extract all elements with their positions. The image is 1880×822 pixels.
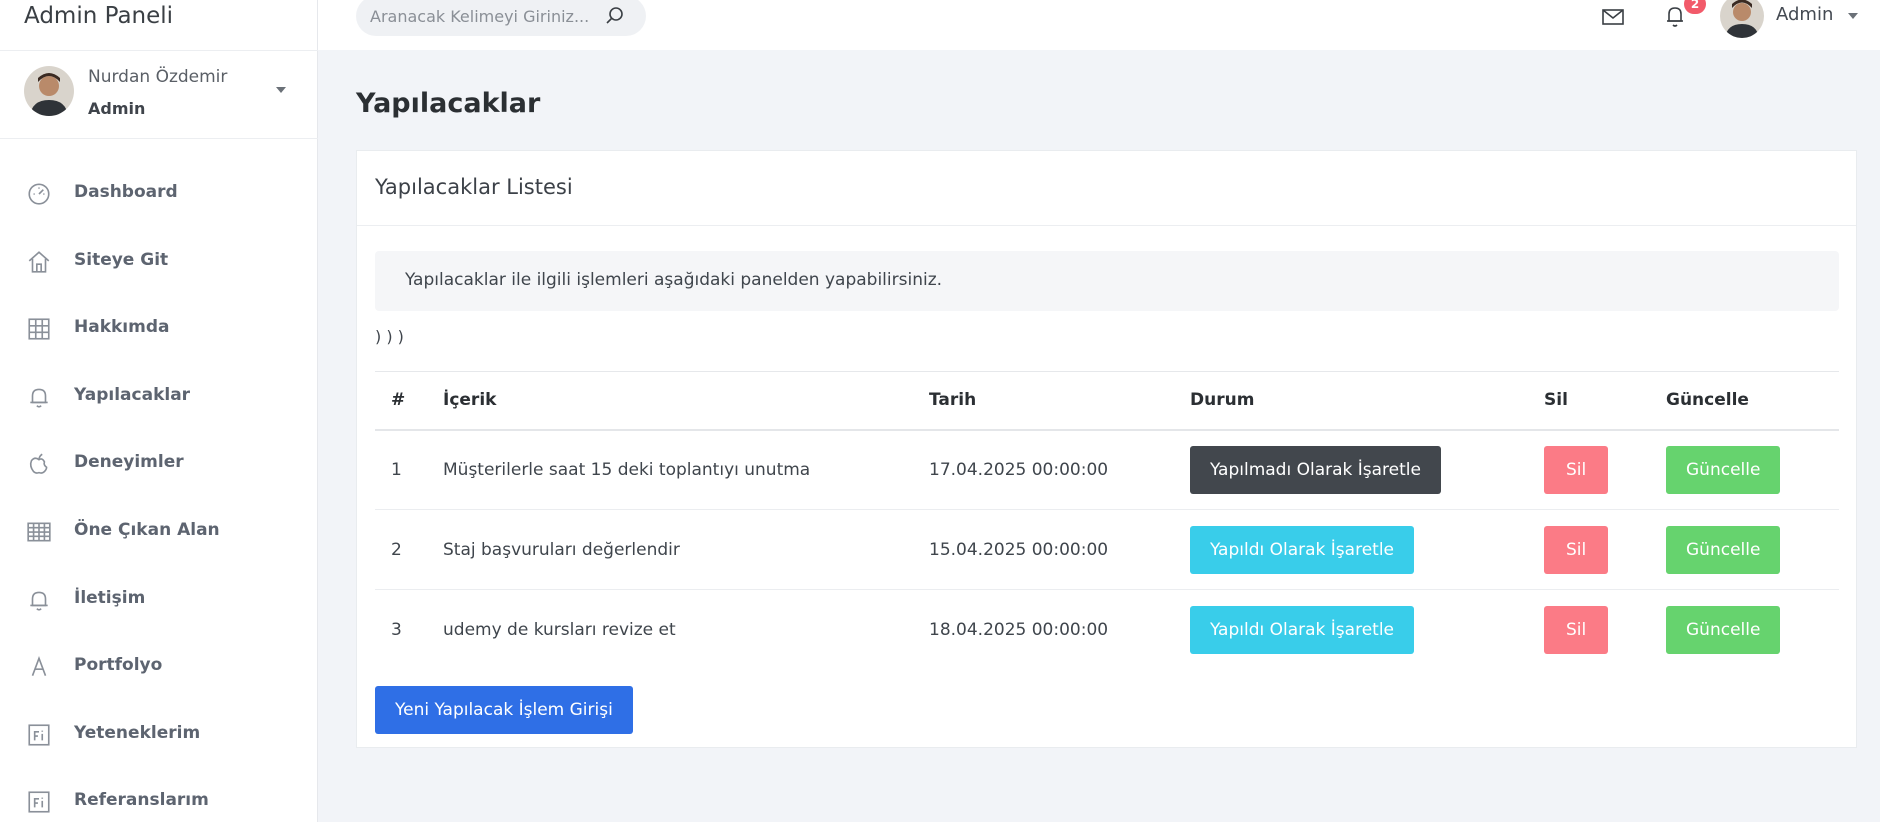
card-header: Yapılacaklar Listesi [357,151,1856,226]
row-id: 1 [375,429,443,510]
sidebar-item-referanslarim[interactable]: Referanslarım [0,768,318,822]
sidebar-item-label: Referanslarım [74,790,209,811]
sidebar-item-yapilacaklar[interactable]: Yapılacaklar [0,363,318,431]
row-content: Staj başvuruları değerlendir [443,509,929,590]
sidebar-item-one-cikan-alan[interactable]: Öne Çıkan Alan [0,498,318,566]
todo-table: # İçerik Tarih Durum Sil Güncelle 1 Müşt… [375,371,1839,670]
profile-name: Nurdan Özdemir [88,67,228,87]
mark-done-button[interactable]: Yapıldı Olarak İşaretle [1190,605,1415,654]
update-button[interactable]: Güncelle [1666,445,1781,494]
row-id: 3 [391,619,402,640]
card-title: Yapılacaklar Listesi [375,175,573,199]
sidebar-item-label: Yapılacaklar [74,384,191,405]
row-date: 15.04.2025 00:00:00 [929,509,1190,590]
sidebar-item-label: Portfolyo [74,655,163,676]
column-header-id: # [375,371,443,431]
grid-icon [28,318,50,340]
mark-undone-button[interactable]: Yapılmadı Olarak İşaretle [1190,445,1441,494]
search-input[interactable] [370,0,600,36]
sidebar-item-dashboard[interactable]: Dashboard [0,160,318,228]
brand-title[interactable]: Admin Paneli [24,0,173,32]
sidebar-profile[interactable]: Nurdan Özdemir Admin [0,50,318,139]
sidebar-item-iletisim[interactable]: İletişim [0,566,318,634]
dashboard-icon [28,183,50,205]
sidebar-item-hakkimda[interactable]: Hakkımda [0,295,318,363]
info-text: Yapılacaklar ile ilgili işlemleri aşağıd… [405,270,943,290]
column-header-date: Tarih [929,371,1190,431]
sidebar-item-label: Siteye Git [74,249,169,270]
mark-done-button[interactable]: Yapıldı Olarak İşaretle [1190,525,1415,574]
chevron-down-icon[interactable] [1848,13,1858,19]
sidebar-item-label: İletişim [74,587,146,608]
delete-button[interactable]: Sil [1544,525,1609,574]
row-date: 17.04.2025 00:00:00 [929,429,1190,510]
home-icon [28,250,50,273]
column-header-update: Güncelle [1666,371,1839,431]
sidebar-nav: Dashboard Siteye Git Hakkımda Yapılacakl… [0,160,318,822]
table-row: 1 Müşterilerle saat 15 deki toplantıyı u… [375,429,1839,510]
column-header-content: İçerik [443,371,929,431]
avatar[interactable] [1720,0,1764,38]
sidebar-item-label: Deneyimler [74,452,184,473]
update-button[interactable]: Güncelle [1666,605,1781,654]
sidebar-item-deneyimler[interactable]: Deneyimler [0,430,318,498]
column-header-delete: Sil [1544,371,1666,431]
sidebar-item-label: Dashboard [74,182,178,202]
delete-button[interactable]: Sil [1544,605,1609,654]
sidebar-item-label: Öne Çıkan Alan [74,519,220,540]
row-content: udemy de kursları revize et [443,619,676,640]
delete-button[interactable]: Sil [1544,445,1609,494]
new-todo-button[interactable]: Yeni Yapılacak İşlem Girişi [375,686,633,734]
sidebar: Admin Paneli Nurdan Özdemir Admin Dashbo… [0,0,318,822]
topbar: 2 Admin [318,0,1880,50]
avatar [24,66,74,116]
notification-badge: 2 [1684,0,1706,14]
sidebar-item-siteye-git[interactable]: Siteye Git [0,228,318,296]
search-box [356,0,646,36]
sidebar-item-label: Hakkımda [74,317,170,338]
apple-icon [29,453,48,475]
stray-text: ) ) ) [375,327,404,346]
bell-icon [30,591,48,611]
fi-icon [28,791,50,813]
row-content: Müşterilerle saat 15 deki toplantıyı unu… [443,429,929,510]
table-header-row: # İçerik Tarih Durum Sil Güncelle [375,371,1839,431]
row-id: 2 [375,509,443,590]
table-row: 2 Staj başvuruları değerlendir 15.04.202… [375,509,1839,590]
profile-role: Admin [88,99,146,118]
todo-card: Yapılacaklar Listesi Yapılacaklar ile il… [356,150,1857,748]
search-icon[interactable] [603,4,627,28]
font-icon [31,656,47,677]
sidebar-item-yeteneklerim[interactable]: Yeteneklerim [0,701,318,769]
column-header-status: Durum [1190,371,1544,431]
table-row: 3 udemy de kursları revize et 18.04.2025… [375,590,1839,670]
sidebar-item-portfolyo[interactable]: Portfolyo [0,633,318,701]
bell-icon [30,388,48,408]
user-menu-label[interactable]: Admin [1776,4,1833,25]
fi-icon [28,724,50,746]
chevron-down-icon[interactable] [276,87,286,93]
mail-icon[interactable] [1600,4,1626,30]
table-icon [27,522,51,542]
row-date: 18.04.2025 00:00:00 [929,619,1109,640]
page-title: Yapılacaklar [356,88,541,119]
info-alert: Yapılacaklar ile ilgili işlemleri aşağıd… [375,251,1839,311]
update-button[interactable]: Güncelle [1666,525,1781,574]
sidebar-item-label: Yeteneklerim [74,722,201,743]
